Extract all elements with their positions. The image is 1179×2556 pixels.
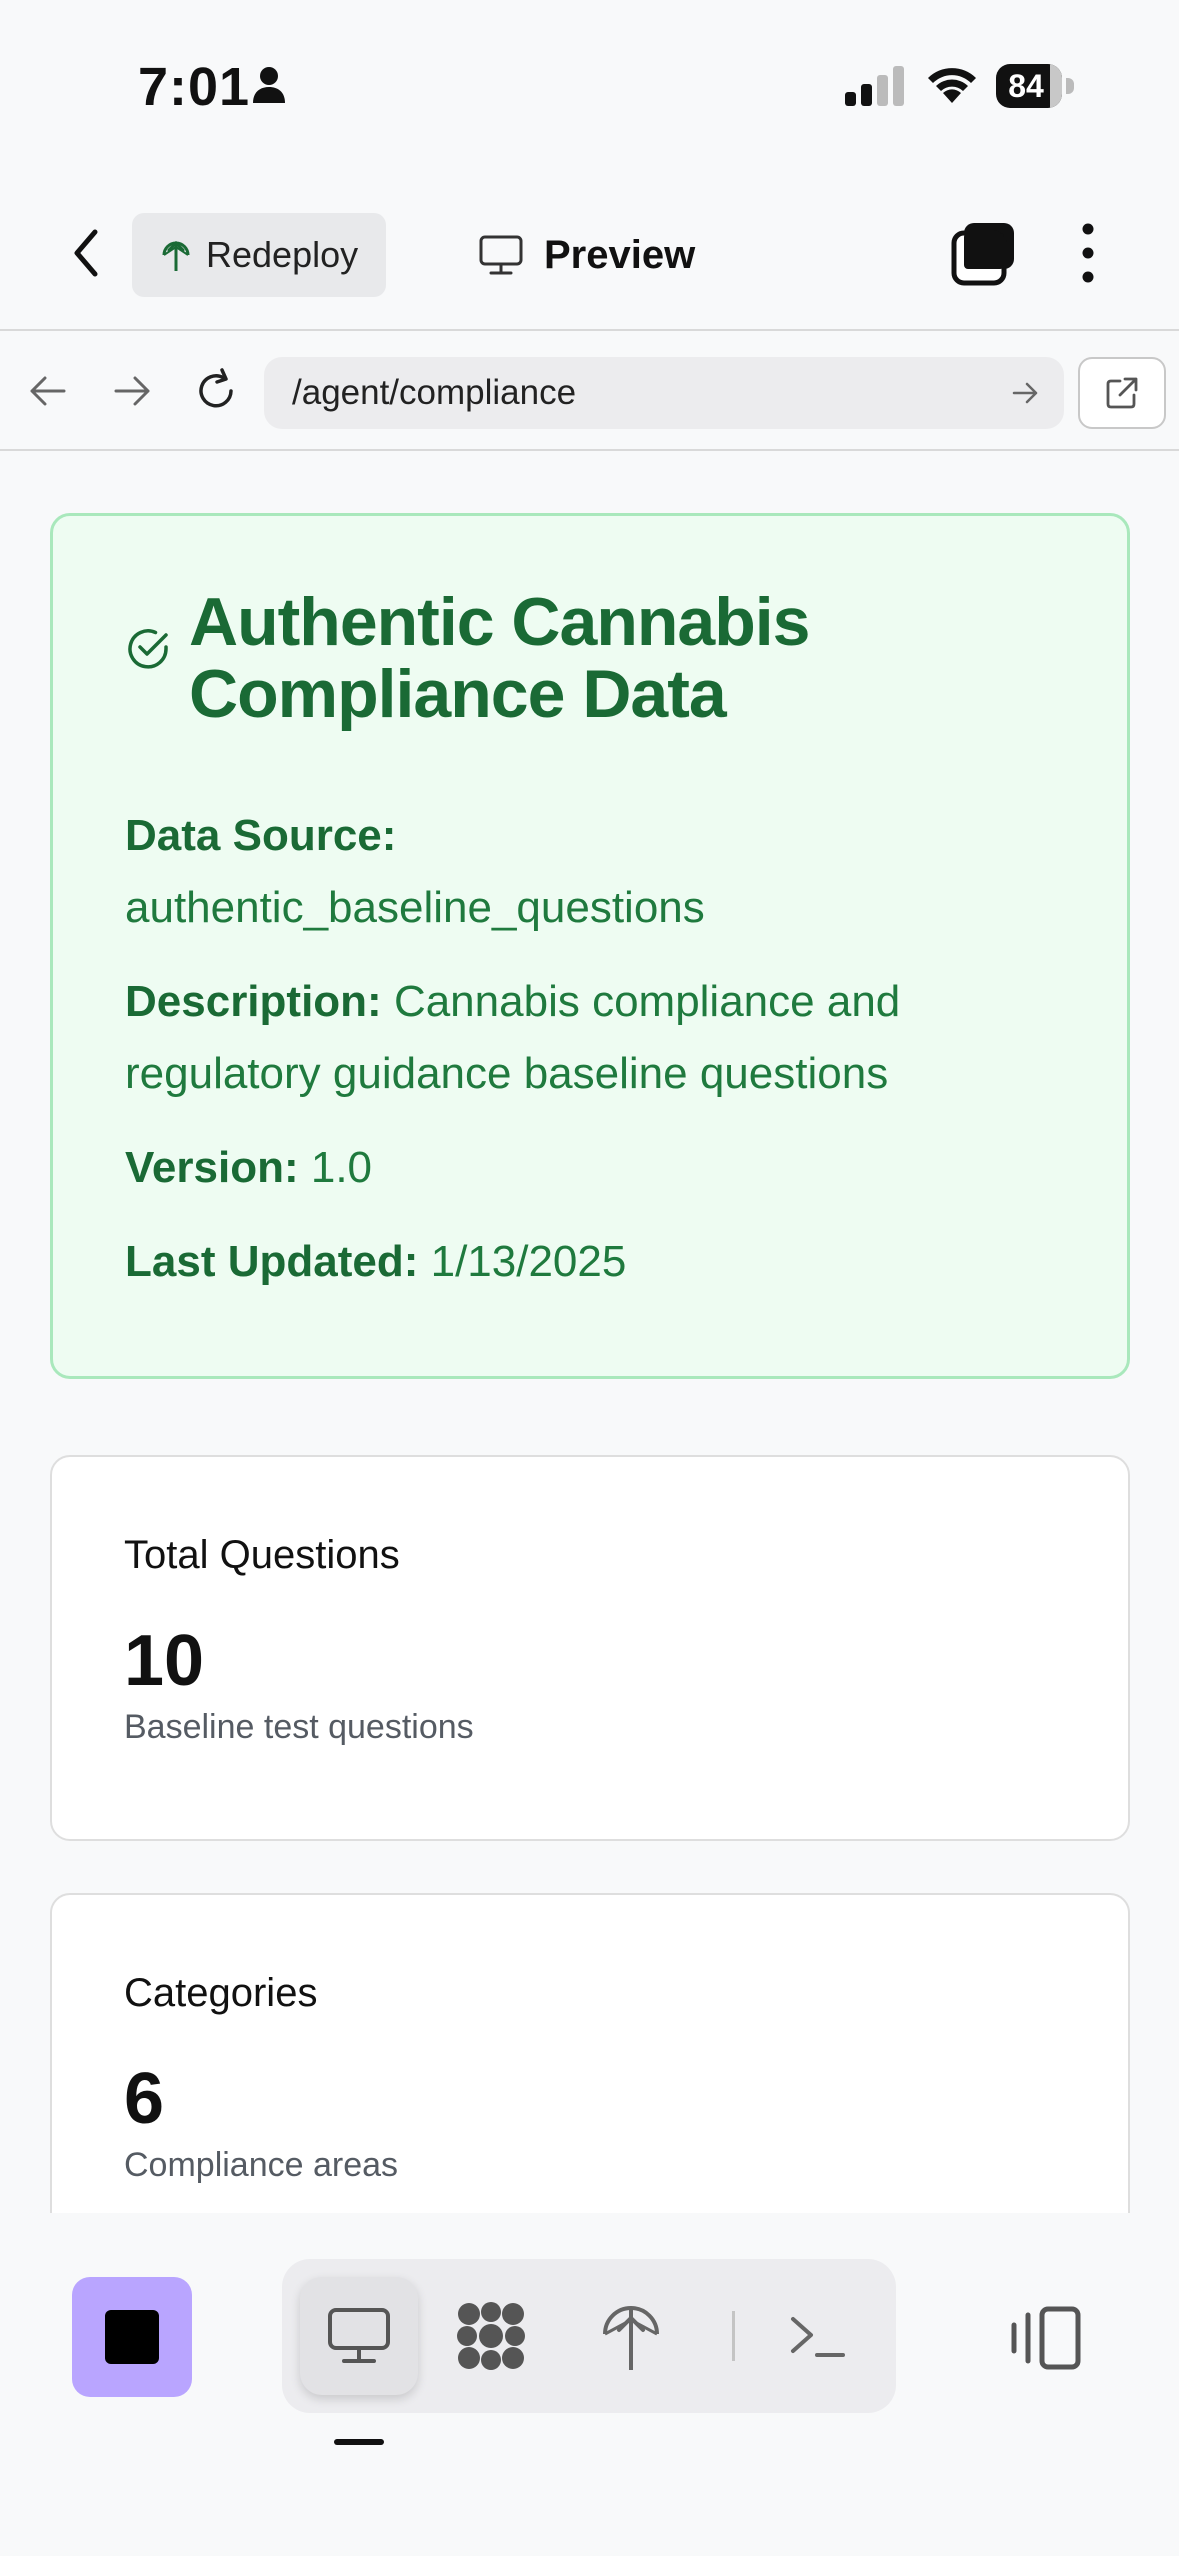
person-icon: [253, 67, 285, 103]
url-input[interactable]: /agent/compliance: [264, 357, 1064, 429]
tool-agent[interactable]: [432, 2277, 550, 2395]
redeploy-label: Redeploy: [206, 234, 359, 275]
reload-icon: [199, 368, 233, 408]
deploy-icon: [603, 2306, 659, 2370]
stat-subtitle: Compliance areas: [124, 2146, 399, 2184]
terminal-icon: [791, 2317, 845, 2357]
browser-forward-button[interactable]: [106, 365, 158, 417]
cellular-signal-icon: [845, 66, 904, 106]
back-button[interactable]: [58, 225, 114, 281]
open-external-button[interactable]: [1078, 357, 1166, 429]
stat-card-categories: Categories 6 Compliance areas: [50, 1893, 1130, 2213]
app-header: Redeploy Preview: [0, 175, 1179, 331]
monitor-icon: [328, 2308, 390, 2363]
go-arrow-icon[interactable]: [1008, 375, 1044, 411]
browser-url-bar: /agent/compliance: [0, 333, 1179, 451]
arrow-right-icon: [114, 376, 150, 406]
version-label: Version:: [125, 1143, 299, 1192]
bottom-toolbar: [0, 2213, 1179, 2556]
stop-icon: [105, 2310, 159, 2364]
last-updated-row: Last Updated: 1/13/2025: [125, 1226, 1055, 1298]
last-updated-label: Last Updated:: [125, 1237, 419, 1286]
tool-preview[interactable]: [300, 2277, 418, 2395]
tabs-icon[interactable]: [950, 219, 1018, 287]
compliance-data-card: Authentic Cannabis Compliance Data Data …: [50, 513, 1130, 1379]
panel-toggle-icon[interactable]: [1008, 2303, 1084, 2373]
tool-deploy[interactable]: [572, 2277, 690, 2395]
chevron-left-icon: [74, 229, 98, 277]
stat-title: Categories: [124, 1971, 318, 2015]
data-source-value: authentic_baseline_questions: [125, 883, 705, 932]
external-link-icon: [1106, 377, 1138, 409]
tool-switcher: [282, 2259, 896, 2413]
version-value: 1.0: [310, 1143, 373, 1192]
browser-reload-button[interactable]: [190, 365, 242, 417]
status-time: 7:01: [138, 57, 251, 117]
arrow-left-icon: [30, 376, 66, 406]
stat-subtitle: Baseline test questions: [124, 1708, 474, 1746]
version-row: Version: 1.0: [125, 1132, 1055, 1204]
toolbar-divider: [732, 2311, 735, 2361]
deploy-icon: [162, 240, 190, 271]
status-bar: 7:01 84: [0, 0, 1179, 175]
active-tool-indicator: [334, 2439, 384, 2445]
data-source-label: Data Source:: [125, 811, 397, 860]
stop-button[interactable]: [72, 2277, 192, 2397]
agent-icon: [457, 2302, 525, 2370]
battery-level: 84: [1008, 68, 1044, 104]
card-title: Authentic Cannabis Compliance Data: [189, 584, 811, 732]
description-row: Description: Cannabis compliance and reg…: [125, 966, 1055, 1110]
browser-back-button[interactable]: [22, 365, 74, 417]
url-text: /agent/compliance: [292, 373, 577, 412]
stat-value: 10: [124, 1621, 205, 1701]
preview-tab[interactable]: Preview: [478, 217, 695, 293]
wifi-icon: [928, 68, 976, 103]
tool-shell[interactable]: [758, 2277, 876, 2395]
preview-label: Preview: [544, 232, 696, 277]
stat-value: 6: [124, 2059, 165, 2139]
stat-card-total-questions: Total Questions 10 Baseline test questio…: [50, 1455, 1130, 1841]
page-content: Authentic Cannabis Compliance Data Data …: [0, 453, 1179, 2213]
stat-title: Total Questions: [124, 1533, 400, 1577]
battery-icon: 84: [996, 64, 1074, 108]
check-circle-icon: [128, 629, 168, 669]
data-source-row: Data Source: authentic_baseline_question…: [125, 800, 1055, 944]
redeploy-button[interactable]: Redeploy: [132, 213, 386, 297]
monitor-icon: [479, 235, 523, 275]
more-options-icon[interactable]: [1070, 219, 1106, 287]
last-updated-value: 1/13/2025: [430, 1237, 627, 1286]
description-label: Description:: [125, 977, 382, 1026]
